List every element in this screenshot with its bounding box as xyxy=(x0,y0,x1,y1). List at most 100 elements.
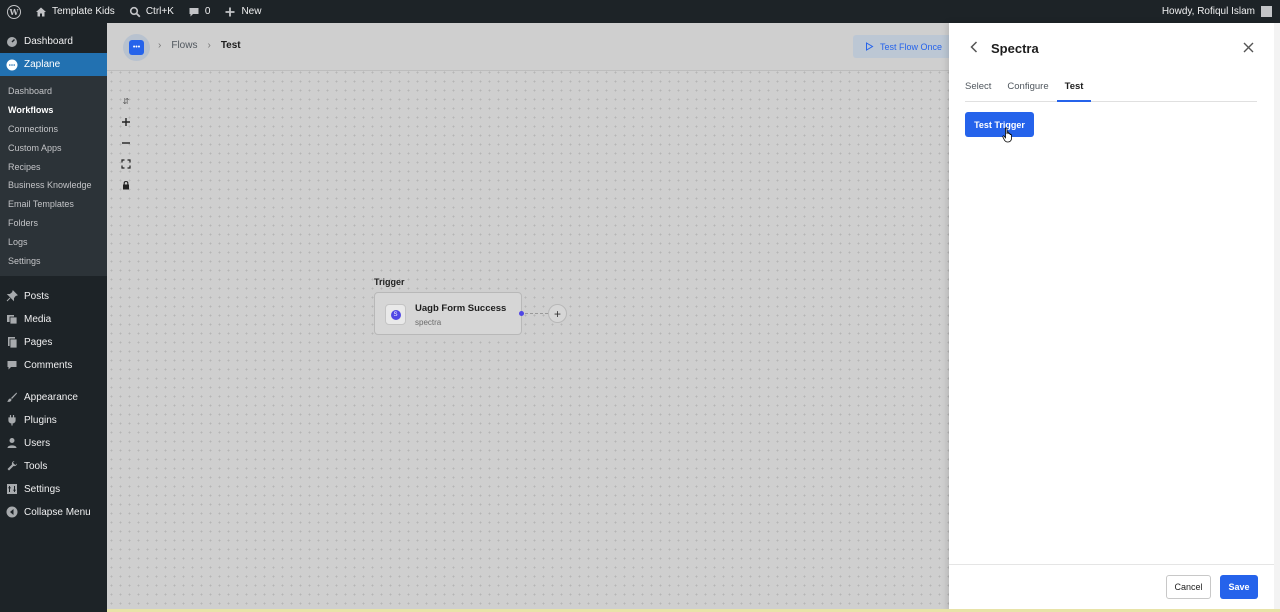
admin-bar: W Template Kids Ctrl+K 0 New Howdy, Rofi… xyxy=(0,0,1280,23)
fit-view-icon[interactable] xyxy=(119,157,133,171)
settings-sliders-icon xyxy=(6,483,18,495)
user-icon xyxy=(6,437,18,449)
add-step-button[interactable]: + xyxy=(548,304,567,323)
sidebar-item-label: Pages xyxy=(24,336,53,348)
search-shortcut-label: Ctrl+K xyxy=(145,6,174,17)
panel-tabs: Select Configure Test xyxy=(965,78,1257,102)
workflow-canvas[interactable]: ••• › Flows › Test Test Flow Once ⇵ Trig… xyxy=(107,23,949,612)
sidebar-item-zaplane[interactable]: Zaplane xyxy=(0,53,107,76)
sidebar-item-posts[interactable]: Posts xyxy=(0,285,107,308)
sidebar-item-label: Users xyxy=(24,437,51,449)
panel-title: Spectra xyxy=(991,40,1039,56)
site-name-link[interactable]: Template Kids xyxy=(28,0,122,23)
media-icon xyxy=(6,313,18,325)
breadcrumb-current: Test xyxy=(220,40,241,51)
sidebar-item-users[interactable]: Users xyxy=(0,432,107,455)
sidebar-item-label: Media xyxy=(24,313,52,325)
site-name: Template Kids xyxy=(52,6,115,17)
comment-bubble-icon xyxy=(189,7,199,16)
node-settings-panel: Spectra Select Configure Test Test Trigg… xyxy=(949,23,1280,612)
collapse-menu-button[interactable]: Collapse Menu xyxy=(0,501,107,524)
close-icon[interactable] xyxy=(1243,40,1254,56)
tab-select[interactable]: Select xyxy=(965,78,991,102)
spectra-logo-icon: S xyxy=(390,309,401,320)
panel-footer-divider xyxy=(949,564,1280,565)
submenu-item-workflows[interactable]: Workflows xyxy=(0,101,107,120)
submenu-item-custom-apps[interactable]: Custom Apps xyxy=(0,138,107,157)
node-title: Uagb Form Success xyxy=(415,303,507,314)
submenu-item-recipes[interactable]: Recipes xyxy=(0,157,107,176)
node-output-handle[interactable] xyxy=(519,311,524,316)
sidebar-item-label: Appearance xyxy=(24,391,78,403)
sidebar-item-settings[interactable]: Settings xyxy=(0,478,107,501)
sidebar-item-label: Comments xyxy=(24,359,73,371)
sidebar-item-pages[interactable]: Pages xyxy=(0,331,107,354)
comments-link[interactable]: 0 xyxy=(181,0,218,23)
submenu-item-folders[interactable]: Folders xyxy=(0,214,107,233)
trigger-node[interactable]: S Uagb Form Success spectra xyxy=(374,292,522,335)
submenu-item-logs[interactable]: Logs xyxy=(0,232,107,251)
submenu-item-business-knowledge[interactable]: Business Knowledge xyxy=(0,176,107,195)
sidebar-item-dashboard[interactable]: Dashboard xyxy=(0,30,107,53)
paintbrush-icon xyxy=(6,391,18,403)
plus-icon: + xyxy=(553,306,561,321)
lock-icon[interactable] xyxy=(119,178,133,192)
test-flow-once-label: Test Flow Once xyxy=(880,41,943,52)
sidebar-item-tools[interactable]: Tools xyxy=(0,455,107,478)
node-subtitle: spectra xyxy=(415,318,442,327)
hand-pointer-cursor-icon xyxy=(1002,127,1012,143)
home-icon xyxy=(36,7,46,16)
flow-logo-button[interactable]: ••• xyxy=(123,34,150,61)
play-icon xyxy=(866,42,874,51)
back-arrow-icon[interactable] xyxy=(969,40,979,56)
submenu-item-connections[interactable]: Connections xyxy=(0,120,107,139)
canvas-controls: ⇵ xyxy=(119,94,133,199)
dashboard-gauge-icon xyxy=(6,36,18,48)
sidebar-item-appearance[interactable]: Appearance xyxy=(0,386,107,409)
comments-count: 0 xyxy=(204,6,211,17)
submenu-item-email-templates[interactable]: Email Templates xyxy=(0,195,107,214)
sidebar-item-comments[interactable]: Comments xyxy=(0,354,107,377)
cancel-button[interactable]: Cancel xyxy=(1166,575,1211,599)
tab-test[interactable]: Test xyxy=(1056,78,1092,102)
avatar xyxy=(1261,6,1272,17)
pushpin-icon xyxy=(6,290,18,302)
sidebar-item-plugins[interactable]: Plugins xyxy=(0,409,107,432)
canvas-topbar: ••• › Flows › Test Test Flow Once xyxy=(107,23,949,71)
zaplane-logo-icon xyxy=(6,59,18,71)
tab-configure[interactable]: Configure xyxy=(1007,78,1048,102)
sidebar-item-label: Plugins xyxy=(24,414,57,426)
chevron-right-icon: › xyxy=(207,40,211,51)
swap-direction-icon[interactable]: ⇵ xyxy=(119,94,133,108)
sidebar-item-label: Collapse Menu xyxy=(24,506,91,518)
new-content-button[interactable]: New xyxy=(217,0,268,23)
node-icon-box: S xyxy=(385,304,406,325)
plugin-plug-icon xyxy=(6,414,18,426)
panel-scrollbar[interactable] xyxy=(1274,23,1280,612)
test-trigger-button[interactable]: Test Trigger xyxy=(965,112,1034,137)
breadcrumb: › Flows › Test xyxy=(158,40,241,51)
test-flow-once-button[interactable]: Test Flow Once xyxy=(853,35,949,58)
user-account-menu[interactable]: Howdy, Rofiqul Islam xyxy=(1162,6,1280,17)
new-label: New xyxy=(241,6,262,17)
breadcrumb-flows-link[interactable]: Flows xyxy=(171,40,197,51)
wordpress-logo-button[interactable]: W xyxy=(0,0,28,23)
submenu-item-dashboard[interactable]: Dashboard xyxy=(0,82,107,101)
submenu-item-settings[interactable]: Settings xyxy=(0,251,107,270)
user-greeting: Howdy, Rofiqul Islam xyxy=(1161,6,1255,17)
search-shortcut-button[interactable]: Ctrl+K xyxy=(122,0,181,23)
trigger-label: Trigger xyxy=(374,277,405,287)
collapse-arrow-icon xyxy=(6,506,18,518)
wordpress-logo-icon: W xyxy=(7,4,21,19)
zoom-in-icon[interactable] xyxy=(119,115,133,129)
sidebar-item-media[interactable]: Media xyxy=(0,308,107,331)
comment-bubble-icon xyxy=(6,359,18,371)
sidebar-item-label: Settings xyxy=(24,483,61,495)
sidebar-item-label: Zaplane xyxy=(24,59,61,70)
zaplane-logo-icon: ••• xyxy=(129,40,144,55)
zoom-out-icon[interactable] xyxy=(119,136,133,150)
save-button[interactable]: Save xyxy=(1220,575,1258,599)
zaplane-submenu: Dashboard Workflows Connections Custom A… xyxy=(0,76,107,276)
sidebar-item-label: Posts xyxy=(24,290,50,302)
admin-sidebar: Dashboard Zaplane Dashboard Workflows Co… xyxy=(0,23,107,612)
